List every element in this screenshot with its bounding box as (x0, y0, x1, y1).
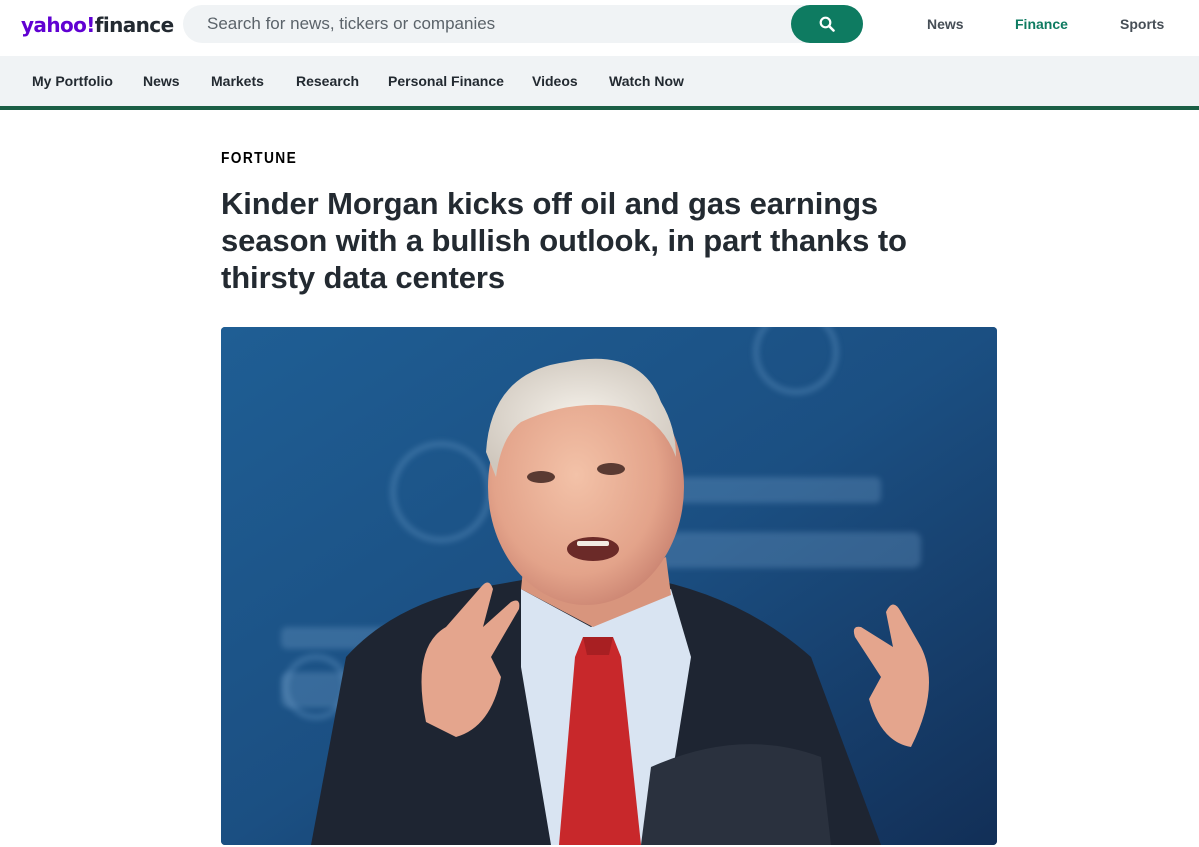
top-header: yahoo!finance News Finance Sports (0, 0, 1199, 56)
top-link-finance[interactable]: Finance (1015, 14, 1068, 34)
article-headline: Kinder Morgan kicks off oil and gas earn… (221, 186, 907, 295)
yahoo-finance-logo[interactable]: yahoo! finance (21, 11, 174, 39)
search-bar (183, 5, 863, 43)
subnav-my-portfolio[interactable]: My Portfolio (32, 72, 113, 90)
subnav-news[interactable]: News (143, 72, 180, 90)
subnav-personal-finance[interactable]: Personal Finance (388, 72, 504, 90)
top-link-sports[interactable]: Sports (1120, 14, 1164, 34)
logo-yahoo: yahoo! (21, 13, 95, 37)
article-hero-image (221, 327, 997, 845)
logo-finance: finance (94, 13, 174, 37)
top-link-news[interactable]: News (927, 14, 964, 34)
search-button[interactable] (791, 5, 863, 43)
search-icon (819, 16, 835, 32)
finance-subnav: My Portfolio News Markets Research Perso… (0, 56, 1199, 106)
subnav-research[interactable]: Research (296, 72, 359, 90)
subnav-videos[interactable]: Videos (532, 72, 578, 90)
subnav-watch-now[interactable]: Watch Now (609, 72, 684, 90)
subnav-markets[interactable]: Markets (211, 72, 264, 90)
search-input[interactable] (183, 5, 791, 43)
nav-divider (0, 106, 1199, 110)
article-source-logo[interactable]: FORTUNE (221, 150, 297, 168)
